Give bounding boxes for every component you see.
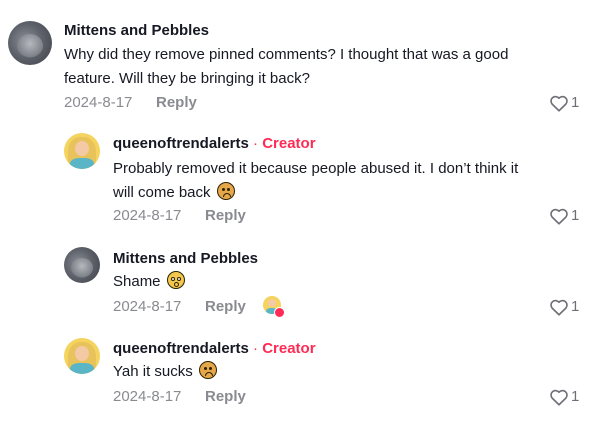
heart-outline-icon xyxy=(550,299,568,316)
avatar[interactable] xyxy=(64,133,100,169)
avatar[interactable] xyxy=(8,21,52,65)
heart-outline-icon xyxy=(550,95,568,112)
creator-badge: Creator xyxy=(262,340,316,357)
heart-outline-icon xyxy=(550,389,568,406)
comment-date: 2024-8-17 xyxy=(64,94,133,111)
comment-text-line: Why did they remove pinned comments? I t… xyxy=(64,46,509,63)
avatar[interactable] xyxy=(64,247,100,283)
comment-text: Shame xyxy=(113,270,185,294)
comment-text: Why did they remove pinned comments? I t… xyxy=(64,43,584,91)
comment-text-line: will come back xyxy=(113,181,583,205)
like-count: 1 xyxy=(571,207,580,224)
like-button[interactable]: 1 xyxy=(549,206,579,226)
reply-item: queenoftrendalerts · Creator Probably re… xyxy=(0,120,594,233)
comment-username[interactable]: Mittens and Pebbles xyxy=(113,249,258,269)
like-button[interactable]: 1 xyxy=(549,93,579,113)
creator-badge: Creator xyxy=(262,135,316,152)
comment-date: 2024-8-17 xyxy=(113,388,182,405)
comment-date: 2024-8-17 xyxy=(113,298,182,315)
reply-item: Mittens and Pebbles Shame 2024-8-17 Repl… xyxy=(0,233,594,326)
like-count: 1 xyxy=(571,94,580,111)
comment-username[interactable]: queenoftrendalerts · Creator xyxy=(113,134,316,154)
liked-by-creator-badge xyxy=(263,296,285,318)
comment-username[interactable]: queenoftrendalerts · Creator xyxy=(113,339,316,359)
username-text: queenoftrendalerts xyxy=(113,135,249,152)
like-count: 1 xyxy=(571,388,580,405)
reply-button[interactable]: Reply xyxy=(156,93,197,113)
like-count: 1 xyxy=(571,298,580,315)
reply-item: queenoftrendalerts · Creator Yah it suck… xyxy=(0,326,594,421)
reply-button[interactable]: Reply xyxy=(205,387,246,407)
creator-separator: · xyxy=(253,135,259,152)
like-button[interactable]: 1 xyxy=(549,297,579,317)
creator-separator: · xyxy=(253,340,259,357)
comment-text: Probably removed it because people abuse… xyxy=(113,157,583,205)
reply-button[interactable]: Reply xyxy=(205,206,246,226)
comment-date: 2024-8-17 xyxy=(113,207,182,224)
username-text: queenoftrendalerts xyxy=(113,340,249,357)
comment-text-line: feature. Will they be bringing it back? xyxy=(64,70,310,87)
sad-face-emoji-icon xyxy=(216,182,235,200)
like-button[interactable]: 1 xyxy=(549,387,579,407)
reply-button[interactable]: Reply xyxy=(205,297,246,317)
comment-username[interactable]: Mittens and Pebbles xyxy=(64,21,209,41)
comment-text: Yah it sucks xyxy=(113,360,217,384)
sad-face-emoji-icon xyxy=(198,361,217,379)
comment-text-line: Probably removed it because people abuse… xyxy=(113,160,519,177)
comment-item: Mittens and Pebbles Why did they remove … xyxy=(0,0,594,120)
heart-outline-icon xyxy=(550,208,568,225)
avatar[interactable] xyxy=(64,338,100,374)
flushed-face-emoji-icon xyxy=(166,271,185,289)
